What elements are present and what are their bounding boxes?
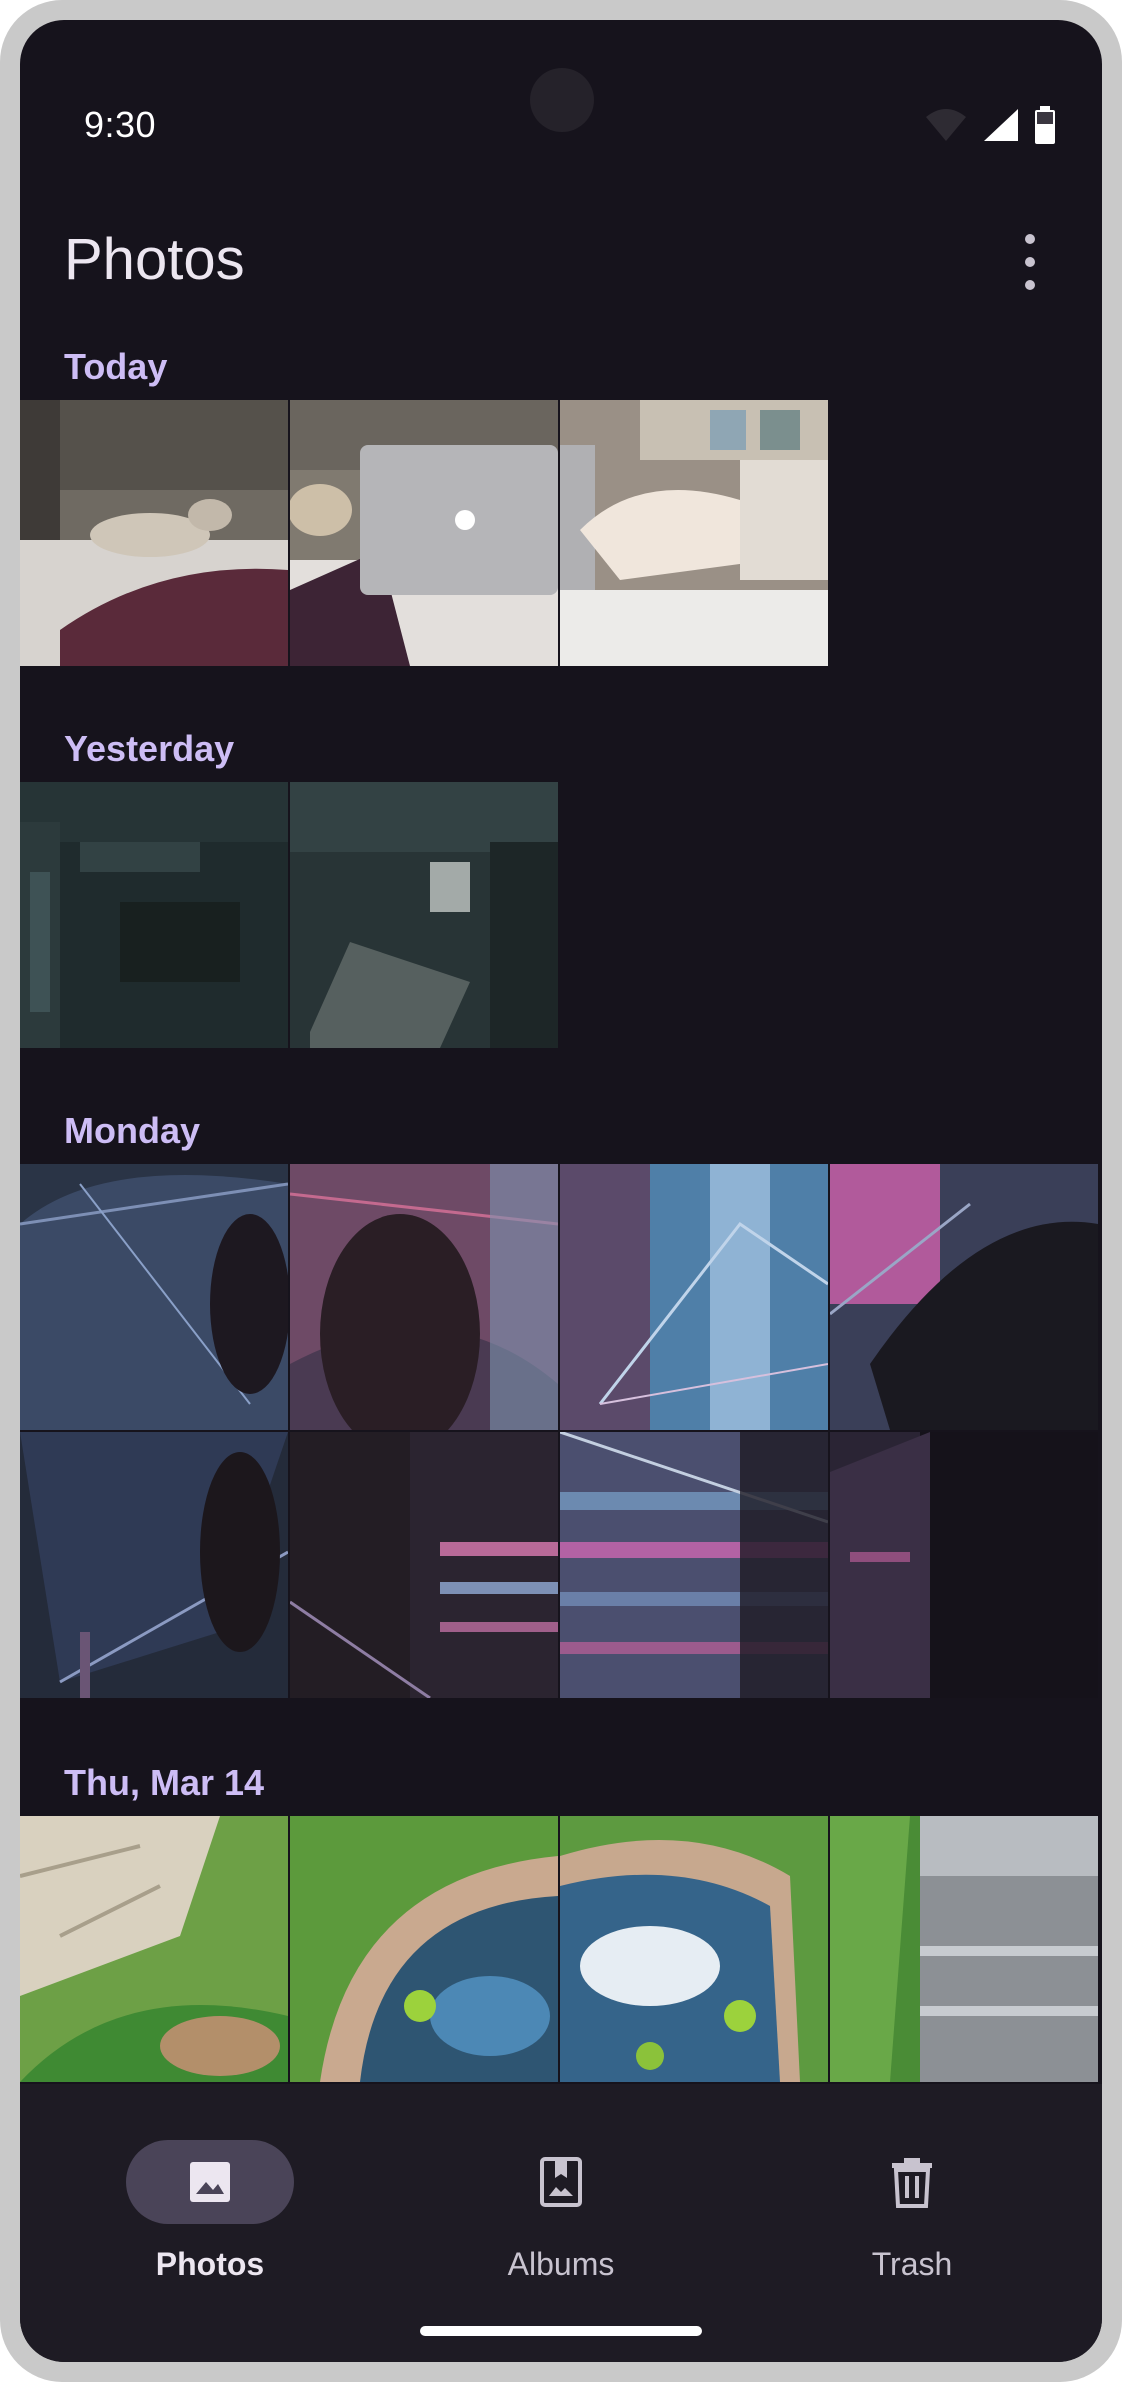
photo-thumbnail[interactable] [290, 400, 558, 666]
nav-active-indicator [126, 2140, 294, 2224]
album-icon [540, 2157, 582, 2207]
photo-thumbnail[interactable] [290, 1816, 558, 2082]
wifi-icon [926, 109, 966, 141]
nav-label-photos: Photos [155, 2246, 265, 2282]
trash-icon [892, 2158, 932, 2208]
photo-thumbnail[interactable] [290, 1432, 558, 1698]
screen: 9:30 Photos Today Yesterday Monday Thu, … [20, 20, 1102, 2362]
photo-thumbnail[interactable] [20, 1816, 288, 2082]
image-icon [190, 2162, 230, 2202]
photo-thumbnail[interactable] [20, 400, 288, 666]
bottom-navigation: Photos Albums Trash [20, 2084, 1102, 2362]
photo-thumbnail[interactable] [560, 1816, 828, 2082]
home-indicator[interactable] [420, 2326, 702, 2336]
front-camera [530, 68, 594, 132]
section-header-monday: Monday [64, 1110, 201, 1151]
nav-item-photos[interactable]: Photos [90, 2140, 330, 2283]
page-title: Photos [64, 227, 245, 292]
photo-thumbnail[interactable] [20, 1432, 288, 1698]
photo-thumbnail[interactable] [560, 1432, 828, 1698]
section-header-thu-mar-14: Thu, Mar 14 [64, 1762, 265, 1803]
cellular-signal-icon [984, 109, 1018, 141]
photo-thumbnail[interactable] [830, 1816, 1098, 2082]
nav-item-albums[interactable]: Albums [441, 2140, 681, 2283]
photo-thumbnail[interactable] [290, 1164, 558, 1430]
status-icons [924, 106, 1056, 144]
photo-thumbnail[interactable] [830, 1432, 1098, 1698]
status-time: 9:30 [84, 104, 157, 145]
photo-thumbnail[interactable] [290, 782, 558, 1048]
photo-thumbnail[interactable] [20, 1164, 288, 1430]
photo-thumbnail[interactable] [20, 782, 288, 1048]
photo-thumbnail[interactable] [560, 1164, 828, 1430]
device-frame: 9:30 Photos Today Yesterday Monday Thu, … [0, 0, 1122, 2382]
photo-thumbnail[interactable] [830, 1164, 1098, 1430]
battery-icon [1035, 106, 1055, 144]
photo-thumbnail[interactable] [560, 400, 828, 666]
nav-item-trash[interactable]: Trash [792, 2140, 1032, 2283]
nav-label-trash: Trash [871, 2246, 953, 2282]
section-header-today: Today [64, 346, 168, 387]
more-vert-icon [1025, 234, 1035, 244]
section-header-yesterday: Yesterday [64, 728, 235, 769]
nav-label-albums: Albums [507, 2246, 615, 2282]
more-options-button[interactable] [1010, 234, 1050, 290]
